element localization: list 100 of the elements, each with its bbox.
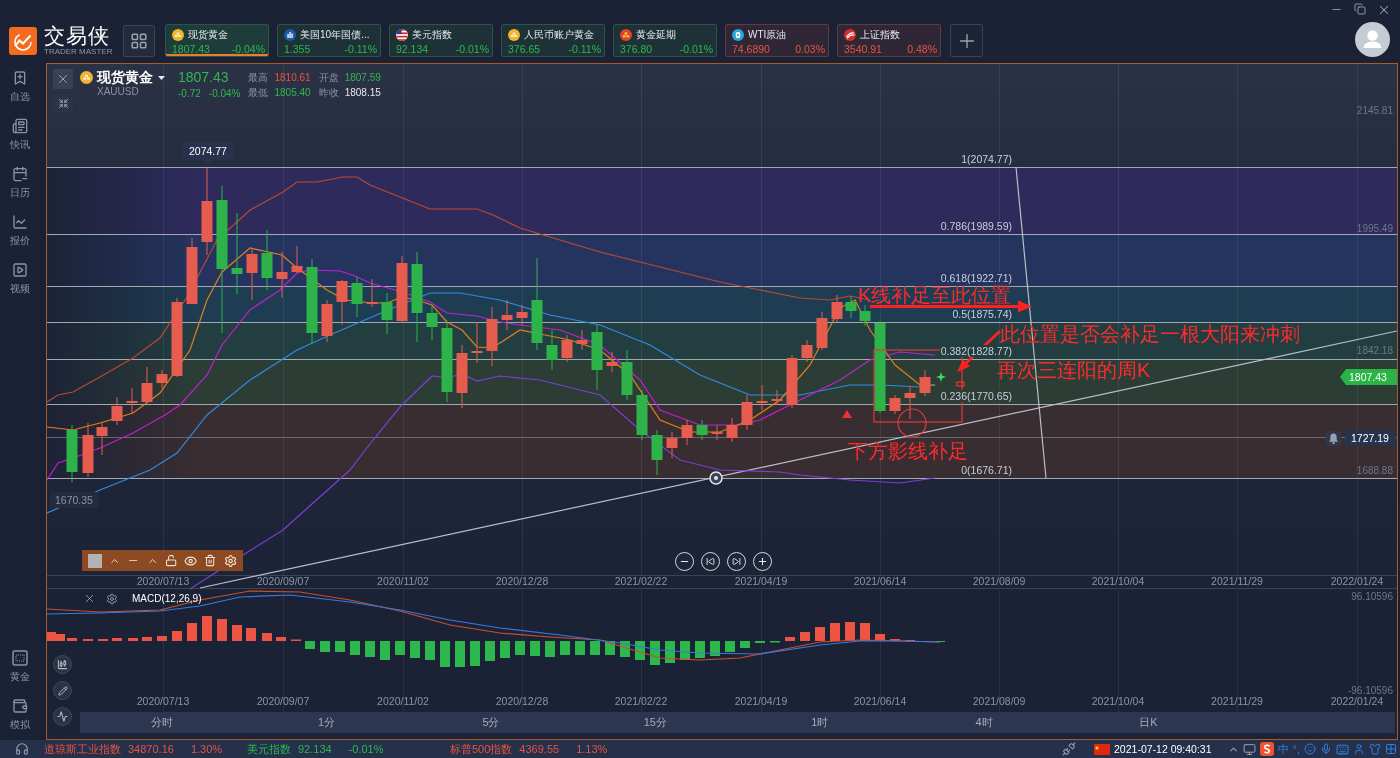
keyboard-icon[interactable] <box>1336 742 1349 756</box>
sidebar-item[interactable]: 黄金 <box>0 650 40 682</box>
skip-back-icon <box>706 557 715 566</box>
date-axis-label: 2020/07/13 <box>136 575 190 587</box>
unlock-icon[interactable] <box>164 554 178 567</box>
quote-tab[interactable]: WTI原油 74.6890 0.03% <box>725 24 829 57</box>
fibonacci-level-label: 0.618(1922.71) <box>939 272 1013 284</box>
close-icon[interactable] <box>83 592 96 605</box>
ime-status-label[interactable]: 中 <box>1277 740 1289 758</box>
eye-icon[interactable] <box>184 553 198 568</box>
close-icon[interactable] <box>1377 3 1391 17</box>
dotted-box-icon <box>12 650 28 666</box>
sidebar-item[interactable]: 模拟 <box>0 698 40 730</box>
date-axis-label: 2021/10/04 <box>1091 695 1145 707</box>
date-axis-label: 2020/09/07 <box>256 575 310 587</box>
logo-icon <box>9 26 37 55</box>
quote-tab[interactable]: 美国10年国债... 1.355 -0.11% <box>277 24 381 57</box>
ime-status-label[interactable]: °, <box>1292 740 1300 758</box>
close-chart-button[interactable] <box>53 69 73 89</box>
date-axis-label: 2022/01/24 <box>1330 575 1384 587</box>
instrument-selector[interactable]: 现货黄金 <box>97 69 165 86</box>
headset-icon[interactable] <box>15 742 29 756</box>
ime-logo-icon[interactable] <box>1259 742 1274 756</box>
alert-price-label: 1727.19 <box>1345 430 1396 446</box>
color-swatch-icon[interactable] <box>88 553 102 568</box>
coin-icon <box>508 28 520 41</box>
shirt-icon[interactable] <box>1369 743 1381 755</box>
trash-icon[interactable] <box>204 554 217 567</box>
sidebar-item[interactable]: 报价 <box>0 214 40 262</box>
app-subtitle: TRADER MASTER <box>44 47 114 56</box>
newspaper-icon <box>12 118 28 134</box>
timeframe-tab[interactable]: 1时 <box>811 712 829 733</box>
fibonacci-level-label: 0.5(1875.74) <box>951 308 1013 320</box>
calendar-icon <box>12 166 28 182</box>
low-price-tooltip: 1670.35 <box>50 492 98 508</box>
bar-chart-icon <box>284 28 296 41</box>
swoosh-logo-icon <box>844 28 856 41</box>
fibonacci-level-label: 0.786(1989.59) <box>939 220 1013 232</box>
date-axis-label: 2021/08/09 <box>972 695 1026 707</box>
quote-tab[interactable]: 上证指数 3540.91 0.48% <box>837 24 941 57</box>
quote-tab[interactable]: 现货黄金 1807.43 -0.04% <box>165 24 269 57</box>
settings-icon[interactable] <box>106 592 118 605</box>
timeframe-tab[interactable]: 1分 <box>318 712 336 733</box>
timeframe-tab[interactable]: 4时 <box>975 712 993 733</box>
quote-tab[interactable]: 人民币账户黄金 376.65 -0.11% <box>501 24 605 57</box>
sidebar-item[interactable]: 快讯 <box>0 118 40 166</box>
grid-icon[interactable] <box>1385 743 1397 755</box>
shrink-icon <box>57 97 69 109</box>
date-axis-label: 2020/11/02 <box>377 575 429 587</box>
sidebar-item[interactable]: 日历 <box>0 166 40 214</box>
price-axis-label: 2145.81 <box>1356 105 1393 116</box>
fibonacci-level-label: 0(1676.71) <box>960 464 1013 476</box>
sidebar-item[interactable]: 视频 <box>0 262 40 310</box>
monitor-icon[interactable] <box>1242 742 1256 756</box>
stat-label: 最高 <box>248 72 269 84</box>
date-axis-label: 2021/08/09 <box>972 575 1026 587</box>
macd-axis-label: -96.10596 <box>1347 685 1393 696</box>
add-tab-button[interactable] <box>950 24 983 57</box>
date-axis-label: 2021/10/04 <box>1091 575 1145 587</box>
date-axis-label: 2021/11/29 <box>1211 695 1263 707</box>
annotation-text: 此位置是否会补足一根大阳来冲刺 <box>1000 323 1300 345</box>
last-price: 1807.43 <box>178 69 230 86</box>
bookmark-plus-icon <box>12 70 28 86</box>
quote-tab[interactable]: 黄金延期 376.80 -0.01% <box>613 24 717 57</box>
sidebar-item[interactable]: 自选 <box>0 70 40 118</box>
stat-label: 开盘 <box>318 72 339 84</box>
timeframe-tab[interactable]: 日K <box>1139 712 1158 733</box>
sparkle-icon <box>936 372 946 382</box>
smile-icon[interactable] <box>1304 743 1316 755</box>
quote-tab[interactable]: 美元指数 92.134 -0.01% <box>389 24 493 57</box>
user-icon[interactable] <box>1353 743 1365 755</box>
ticker-change: -0.01% <box>348 742 384 757</box>
grid-icon <box>130 31 148 50</box>
timeframe-tab[interactable]: 5分 <box>482 712 500 733</box>
current-price-tag: 1807.43 <box>1340 369 1397 385</box>
play-icon <box>12 262 28 278</box>
flag-icon <box>1094 743 1111 755</box>
fibonacci-level-label: 0.236(1770.65) <box>939 390 1013 402</box>
clock-datetime: 2021-07-12 09:40:31 <box>1114 742 1212 757</box>
unplug-icon[interactable] <box>1062 742 1077 756</box>
user-avatar-icon[interactable] <box>1355 22 1390 57</box>
date-axis-label: 2021/04/19 <box>734 575 788 587</box>
annotation-candle <box>956 381 965 387</box>
date-axis-label: 2021/02/22 <box>614 575 668 587</box>
price-axis-label: 1842.18 <box>1356 345 1393 356</box>
ticker-name: 标普500指数 <box>450 742 513 757</box>
ingots-icon <box>620 28 632 41</box>
timeframe-tab[interactable]: 分时 <box>151 712 174 733</box>
fibonacci-level-label: 0.382(1828.77) <box>939 345 1013 357</box>
ticker-value: 92.134 <box>298 742 332 757</box>
timeframe-tab[interactable]: 15分 <box>643 712 667 733</box>
stat-value: 1810.61 <box>274 72 311 84</box>
mic-icon[interactable] <box>1320 743 1332 755</box>
restore-icon[interactable] <box>1354 3 1366 15</box>
ticker-change: 1.13% <box>576 742 608 757</box>
symbol-label: XAUUSD <box>97 86 140 98</box>
date-axis-label: 2020/11/02 <box>377 695 429 707</box>
indicator-title: MACD(12,26,9) <box>132 592 202 605</box>
layout-button[interactable] <box>123 24 155 57</box>
stat-value: 1808.15 <box>344 87 381 99</box>
